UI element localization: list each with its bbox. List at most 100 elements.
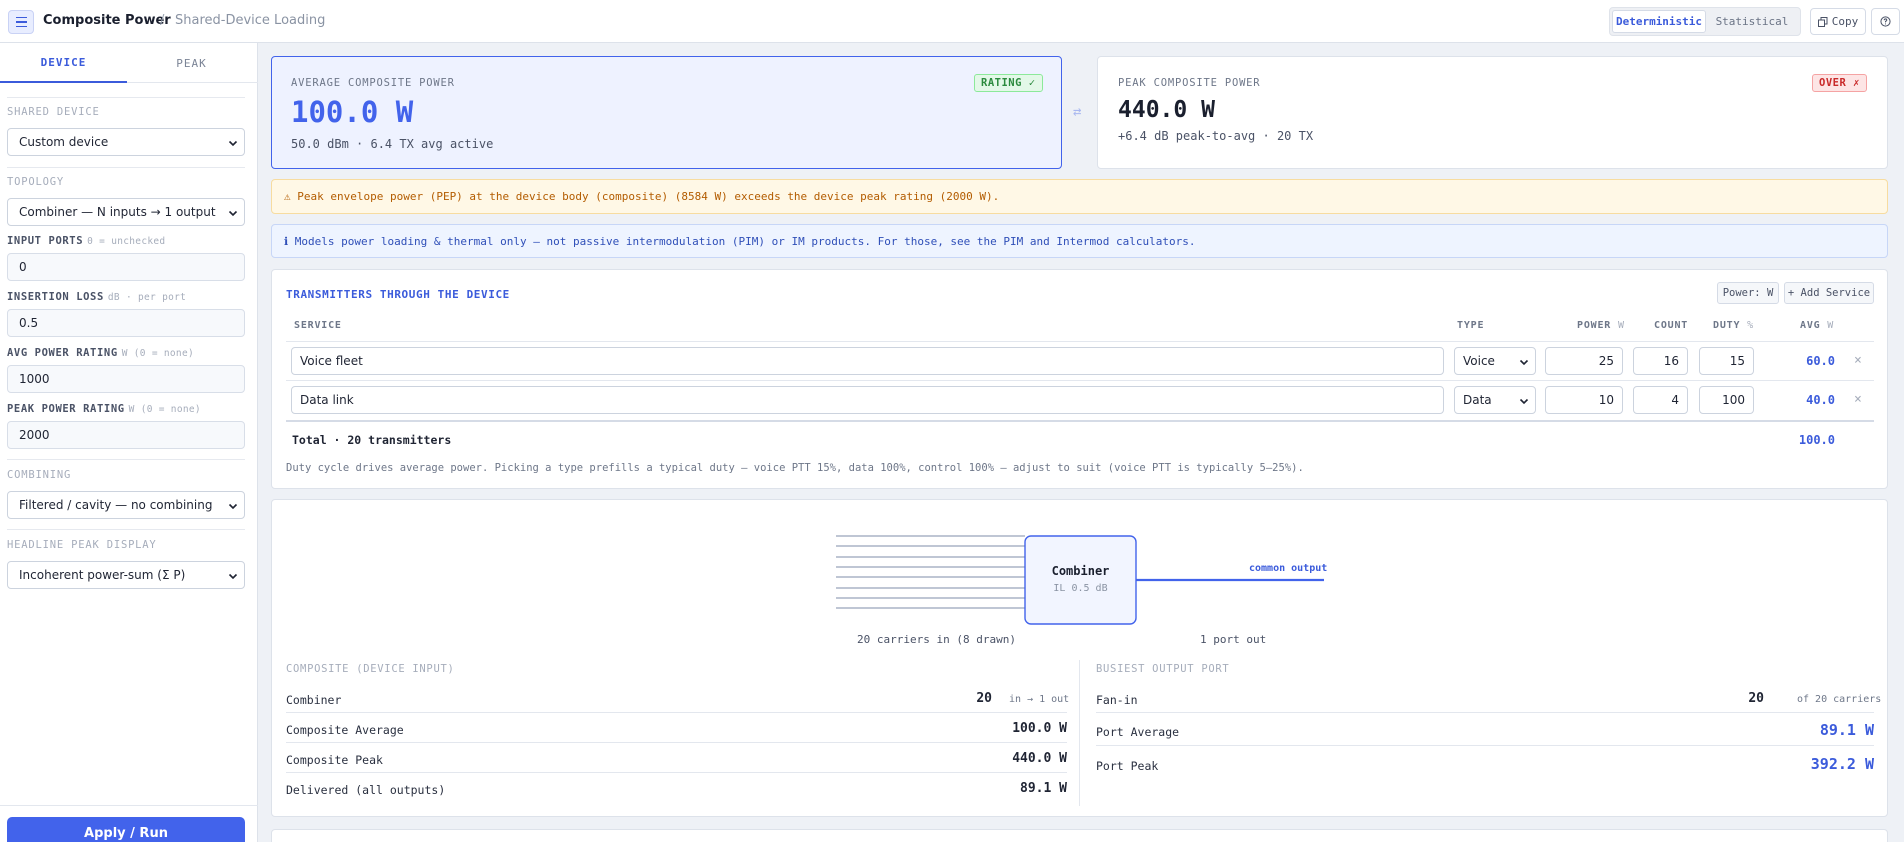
duty-input[interactable]: 15: [1699, 347, 1754, 375]
divider: [286, 742, 1067, 743]
duty-input[interactable]: 100: [1699, 386, 1754, 414]
avg-power-rating-field[interactable]: 1000: [7, 365, 245, 393]
type-select[interactable]: Data: [1454, 386, 1536, 414]
duty-note: Duty cycle drives average power. Picking…: [286, 462, 1304, 474]
app-title: Composite Power: [43, 13, 171, 28]
service-name-input[interactable]: Voice fleet: [291, 347, 1444, 375]
tab-device[interactable]: DEVICE: [0, 43, 127, 83]
swap-icon: ⇄: [1073, 104, 1082, 120]
divider: [7, 167, 245, 168]
divider: [286, 380, 1874, 381]
sidebar: DEVICE PEAK SHARED DEVICE Custom device …: [0, 43, 258, 842]
topology-select[interactable]: Combiner — N inputs → 1 output: [7, 198, 245, 226]
column-divider: [1079, 660, 1080, 806]
col-type: TYPE: [1457, 320, 1485, 331]
remove-row-icon[interactable]: ×: [1854, 392, 1862, 407]
menu-icon[interactable]: [8, 10, 34, 34]
stat-value: 89.1 W: [1819, 721, 1874, 739]
avg-value: 40.0: [1806, 393, 1835, 407]
type-value: Voice: [1463, 354, 1495, 368]
divider: [1096, 745, 1874, 746]
stat-value: 100.0 W: [1012, 721, 1067, 736]
chevron-down-icon: [228, 573, 238, 580]
mode-toggle: Deterministic Statistical: [1609, 7, 1801, 36]
mode-deterministic-button[interactable]: Deterministic: [1612, 10, 1706, 33]
combining-value: Filtered / cavity — no combining: [19, 498, 213, 512]
stat-label: Composite Peak: [286, 753, 383, 767]
divider: [286, 420, 1874, 422]
stat-value: 89.1 W: [1020, 781, 1067, 796]
composite-section-title: COMPOSITE (DEVICE INPUT): [286, 663, 455, 675]
rating-ok-badge: RATING ✓: [974, 74, 1043, 92]
divider: [7, 97, 245, 98]
combiner-box-sub: IL 0.5 dB: [1053, 583, 1108, 594]
stat-label: Composite Average: [286, 723, 404, 737]
copy-icon: [1817, 16, 1828, 27]
scope-info-banner: ℹ Models power loading & thermal only — …: [271, 224, 1888, 258]
help-button[interactable]: [1871, 8, 1900, 35]
copy-button[interactable]: Copy: [1810, 8, 1866, 35]
col-duty-unit: %: [1747, 320, 1754, 331]
shared-device-select[interactable]: Custom device: [7, 128, 245, 156]
chevron-down-icon: [228, 140, 238, 147]
headline-peak-value: Incoherent power-sum (Σ P): [19, 568, 186, 582]
stat-note: in → 1 out: [1009, 694, 1070, 705]
headline-peak-label: HEADLINE PEAK DISPLAY: [7, 539, 157, 551]
service-name-input[interactable]: Data link: [291, 386, 1444, 414]
stat-label: Port Peak: [1096, 759, 1159, 773]
count-input[interactable]: 16: [1633, 347, 1688, 375]
shared-device-value: Custom device: [19, 135, 109, 149]
total-label: Total · 20 transmitters: [292, 433, 452, 447]
avg-power-rating-hint: W (0 = none): [121, 348, 194, 359]
input-ports-field[interactable]: 0: [7, 253, 245, 281]
col-power: POWER W: [1577, 320, 1625, 331]
stat-label: Combiner: [286, 693, 342, 707]
tab-peak[interactable]: PEAK: [128, 43, 255, 83]
avg-power-rating-label: AVG POWER RATING W (0 = none): [7, 347, 194, 359]
combiner-box-title: Combiner: [1051, 564, 1110, 578]
peak-composite-value: 440.0 W: [1118, 97, 1215, 123]
chevron-down-icon: [228, 210, 238, 217]
help-icon: [1880, 16, 1891, 27]
power-input[interactable]: 25: [1545, 347, 1623, 375]
combining-select[interactable]: Filtered / cavity — no combining: [7, 491, 245, 519]
breadcrumb-page: Shared-Device Loading: [175, 13, 326, 28]
apply-run-button[interactable]: Apply / Run: [7, 817, 245, 842]
avg-value: 60.0: [1806, 354, 1835, 368]
add-service-button[interactable]: + Add Service: [1784, 282, 1874, 304]
power-input[interactable]: 10: [1545, 386, 1623, 414]
peak-power-rating-field[interactable]: 2000: [7, 421, 245, 449]
peak-composite-card: PEAK COMPOSITE POWER 440.0 W +6.4 dB pea…: [1097, 56, 1888, 169]
stat-value: 20: [1748, 691, 1764, 706]
divider: [7, 459, 245, 460]
insertion-loss-field[interactable]: 0.5: [7, 309, 245, 337]
top-bar: Composite Power / Shared-Device Loading …: [0, 0, 1904, 43]
col-power-unit: W: [1617, 320, 1625, 331]
average-card-label: AVERAGE COMPOSITE POWER: [291, 77, 455, 89]
peak-power-rating-label: PEAK POWER RATING W (0 = none): [7, 403, 201, 415]
peak-card-label: PEAK COMPOSITE POWER: [1118, 77, 1261, 89]
busiest-section-title: BUSIEST OUTPUT PORT: [1096, 663, 1230, 675]
power-unit-button[interactable]: Power: W: [1717, 282, 1779, 304]
count-input[interactable]: 4: [1633, 386, 1688, 414]
pep-warning-banner: ⚠ Peak envelope power (PEP) at the devic…: [271, 179, 1888, 214]
stat-label: Fan-in: [1096, 693, 1138, 707]
combiner-box: [1024, 535, 1137, 625]
divider: [286, 712, 1067, 713]
stat-note: of 20 carriers: [1797, 694, 1882, 705]
divider: [0, 805, 258, 806]
input-caption: 20 carriers in (8 drawn): [857, 633, 1016, 646]
type-value: Data: [1463, 393, 1492, 407]
headline-peak-select[interactable]: Incoherent power-sum (Σ P): [7, 561, 245, 589]
col-service: SERVICE: [294, 320, 342, 331]
col-duty: DUTY %: [1713, 320, 1754, 331]
mode-statistical-button[interactable]: Statistical: [1706, 10, 1798, 33]
col-count: COUNT: [1654, 320, 1689, 331]
topology-label: TOPOLOGY: [7, 176, 64, 188]
input-carrier-lines: [836, 535, 1025, 609]
type-select[interactable]: Voice: [1454, 347, 1536, 375]
remove-row-icon[interactable]: ×: [1854, 353, 1862, 368]
col-avg: AVG W: [1800, 320, 1835, 331]
transmitters-title: TRANSMITTERS THROUGH THE DEVICE: [286, 288, 510, 301]
stat-value: 440.0 W: [1012, 751, 1067, 766]
